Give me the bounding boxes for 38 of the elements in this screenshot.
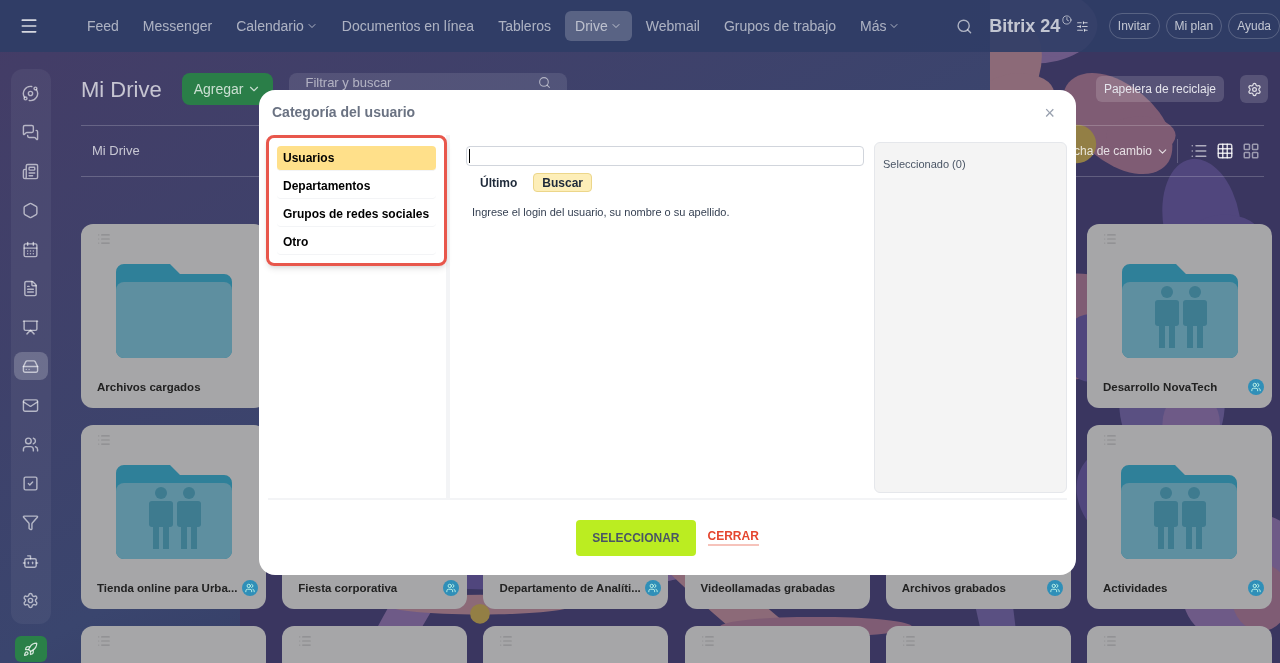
folder-name: Videollamadas grabadas [700, 580, 836, 596]
selected-count: Seleccionado (0) [883, 158, 966, 170]
category-item[interactable]: Otro [277, 230, 436, 255]
folder-name: Fiesta corporativa [298, 580, 398, 596]
nav-tab[interactable]: Tableros [488, 11, 562, 41]
breadcrumb[interactable]: Mi Drive [92, 141, 140, 161]
folder-name: Archivos grabados [901, 580, 1006, 596]
nav-tab[interactable]: Drive [565, 11, 632, 41]
search-icon[interactable] [956, 17, 974, 35]
search-tab[interactable]: Último [472, 173, 526, 192]
nav-tab[interactable]: Documentos en línea [331, 11, 485, 41]
folder-name: Archivos cargados [97, 379, 201, 395]
category-item[interactable]: Departamentos [277, 174, 436, 199]
add-button[interactable]: Agregar [181, 73, 274, 105]
close-link[interactable]: CERRAR [707, 529, 759, 546]
rocket-icon[interactable] [14, 636, 47, 662]
folder-card[interactable]: Tienda online para Urba... [81, 425, 266, 609]
folder-name: Departamento de Analíti... [499, 580, 641, 596]
nav-tab[interactable]: Más [850, 11, 911, 41]
search-icon [538, 76, 552, 89]
dialog-title: Categoría del usuario [272, 103, 416, 122]
nav-tab[interactable]: Feed [76, 11, 129, 41]
search-tab[interactable]: Buscar [533, 173, 593, 192]
nav-tab[interactable]: Messenger [132, 11, 223, 41]
search-input[interactable] [466, 146, 864, 166]
category-item[interactable]: Usuarios [277, 146, 436, 171]
folder-icon [115, 262, 232, 358]
nav-tab[interactable]: Webmail [635, 11, 710, 41]
select-button[interactable]: SELECCIONAR [576, 519, 696, 556]
drive-icon[interactable] [13, 352, 48, 380]
shared-folder-icon [115, 463, 232, 559]
page-title: Mi Drive [81, 75, 162, 104]
folder-name: Tienda online para Urba... [97, 580, 238, 596]
nav-tab[interactable]: Calendario [226, 11, 328, 41]
category-item[interactable]: Grupos de redes sociales [277, 202, 436, 227]
nav-tab[interactable]: Grupos de trabajo [713, 11, 847, 41]
filter-placeholder: Filtrar y buscar [305, 76, 392, 89]
hint-text: Ingrese el login del usuario, su nombre o su apellido. [472, 205, 731, 220]
